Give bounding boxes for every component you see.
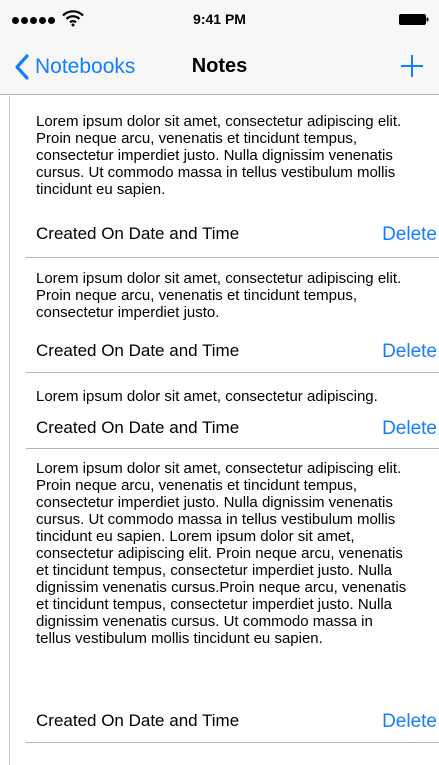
row-separator bbox=[26, 372, 439, 373]
navigation-bar: Notebooks Notes bbox=[0, 40, 439, 95]
list-left-rule bbox=[9, 96, 10, 765]
status-bar: 9:41 PM bbox=[0, 0, 439, 40]
row-separator bbox=[26, 448, 439, 449]
status-time: 9:41 PM bbox=[193, 11, 246, 27]
note-item[interactable]: Lorem ipsum dolor sit amet, consectetur … bbox=[36, 388, 439, 405]
note-date: Created On Date and Time bbox=[36, 711, 240, 730]
battery-icon bbox=[399, 14, 429, 25]
row-separator bbox=[26, 742, 439, 743]
delete-button[interactable]: Delete bbox=[382, 341, 437, 363]
note-text: Lorem ipsum dolor sit amet, consectetur … bbox=[36, 270, 402, 321]
note-item[interactable]: Lorem ipsum dolor sit amet, consectetur … bbox=[36, 113, 439, 198]
note-date: Created On Date and Time bbox=[36, 224, 240, 243]
chevron-left-icon bbox=[15, 54, 29, 80]
note-text: Lorem ipsum dolor sit amet, consectetur … bbox=[36, 113, 402, 198]
note-date: Created On Date and Time bbox=[36, 418, 240, 437]
plus-icon bbox=[401, 55, 423, 77]
delete-button[interactable]: Delete bbox=[382, 224, 437, 246]
note-text: Lorem ipsum dolor sit amet, consectetur … bbox=[36, 460, 407, 647]
delete-button[interactable]: Delete bbox=[382, 711, 437, 733]
delete-button[interactable]: Delete bbox=[382, 418, 437, 440]
note-date: Created On Date and Time bbox=[36, 341, 240, 360]
add-note-button[interactable] bbox=[398, 52, 426, 80]
phone-screen: 9:41 PM Notebooks Notes Lorem ipsum dolo… bbox=[0, 0, 439, 765]
row-separator bbox=[26, 257, 439, 258]
back-button[interactable]: Notebooks bbox=[14, 53, 135, 81]
note-item[interactable]: Lorem ipsum dolor sit amet, consectetur … bbox=[36, 460, 439, 647]
note-text: Lorem ipsum dolor sit amet, consectetur … bbox=[36, 388, 378, 405]
note-item[interactable]: Lorem ipsum dolor sit amet, consectetur … bbox=[36, 270, 439, 321]
back-button-label: Notebooks bbox=[35, 55, 136, 78]
